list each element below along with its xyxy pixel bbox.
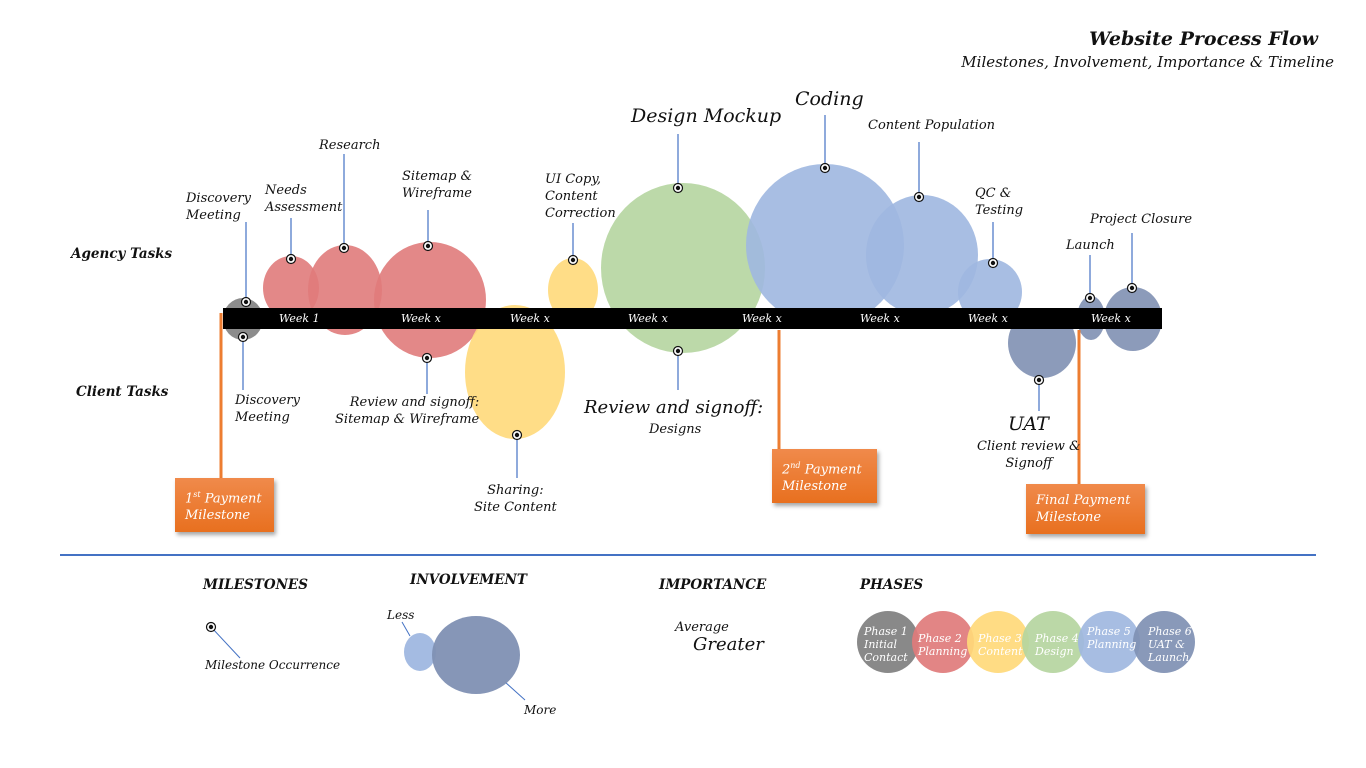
- legend-milestones-title: MILESTONES: [203, 577, 308, 593]
- milestone-marker-dot: [1036, 377, 1042, 383]
- week-label: Week 1: [279, 312, 320, 325]
- milestone-marker-dot: [675, 185, 681, 191]
- legend-involvement-more: More: [524, 703, 557, 717]
- agency-task-ui-copy: UI Copy, Content Correction: [545, 172, 616, 221]
- milestone-marker-dot: [675, 348, 681, 354]
- task-bubble: [374, 242, 486, 358]
- client-task-sharing-content: Sharing: Site Content: [474, 483, 557, 515]
- client-tasks-heading: Client Tasks: [76, 384, 169, 400]
- week-label: Week x: [401, 312, 441, 325]
- phase-5-label: Phase 5 Planning: [1087, 625, 1137, 651]
- legend-more-leader: [504, 681, 526, 701]
- page-title: Website Process Flow: [1089, 28, 1318, 50]
- client-task-review-designs-sub: Designs: [649, 422, 702, 437]
- legend-less-leader: [401, 621, 411, 637]
- phase-2-label: Phase 2 Planning: [918, 632, 968, 658]
- agency-task-content-population: Content Population: [868, 118, 996, 133]
- week-label: Week x: [628, 312, 668, 325]
- client-task-discovery-meeting: Discovery Meeting: [235, 393, 300, 425]
- milestone-marker-dot: [990, 260, 996, 266]
- legend-more-bubble: [432, 616, 520, 694]
- client-task-uat-sub: Client review & Signoff: [977, 439, 1081, 471]
- phase-3-label: Phase 3 Content: [978, 632, 1023, 658]
- milestone-marker-dot: [288, 256, 294, 262]
- agency-task-needs-assessment: Needs Assessment: [265, 183, 343, 215]
- page-subtitle: Milestones, Involvement, Importance & Ti…: [961, 53, 1334, 71]
- agency-task-launch: Launch: [1066, 238, 1115, 253]
- week-label: Week x: [510, 312, 550, 325]
- client-task-review-sitemap: Review and signoff: Sitemap & Wireframe: [335, 395, 480, 427]
- milestone-marker-dot: [822, 165, 828, 171]
- week-label: Week x: [860, 312, 900, 325]
- payment-suffix: st: [193, 490, 201, 499]
- legend-phases-title: PHASES: [860, 577, 924, 593]
- legend-involvement-less: Less: [387, 608, 415, 622]
- legend-involvement-title: INVOLVEMENT: [410, 572, 527, 588]
- milestone-marker-dot: [424, 355, 430, 361]
- agency-task-design-mockup: Design Mockup: [631, 105, 782, 127]
- milestone-marker-dot: [514, 432, 520, 438]
- agency-tasks-heading: Agency Tasks: [71, 246, 173, 262]
- client-task-review-designs: Review and signoff:: [584, 397, 764, 418]
- milestone-marker-dot: [916, 194, 922, 200]
- milestone-marker-dot: [570, 257, 576, 263]
- agency-task-coding: Coding: [795, 88, 864, 110]
- milestone-marker-dot: [243, 299, 249, 305]
- legend-milestone-occurrence: Milestone Occurrence: [205, 658, 341, 672]
- milestone-marker-dot: [1087, 295, 1093, 301]
- payment-milestone-final: Final Payment Milestone: [1026, 484, 1145, 534]
- milestone-marker-dot: [240, 334, 246, 340]
- payment-milestone-2: 2nd Payment Milestone: [772, 449, 877, 504]
- milestone-marker-dot: [425, 243, 431, 249]
- client-task-uat: UAT: [1008, 413, 1049, 435]
- timeline-bar: [223, 308, 1162, 329]
- agency-task-sitemap-wireframe: Sitemap & Wireframe: [402, 169, 473, 201]
- agency-task-discovery-meeting: Discovery Meeting: [186, 191, 251, 223]
- agency-task-project-closure: Project Closure: [1090, 212, 1193, 227]
- payment-suffix: nd: [790, 461, 801, 470]
- week-label: Week x: [742, 312, 782, 325]
- legend-milestone-leader: [211, 627, 241, 659]
- payment-milestone-1: 1st Payment Milestone: [175, 478, 274, 533]
- legend-importance-title: IMPORTANCE: [659, 577, 767, 593]
- legend-less-bubble: [404, 633, 436, 671]
- agency-task-qc-testing: QC & Testing: [975, 186, 1024, 218]
- week-label: Week x: [968, 312, 1008, 325]
- phase-6-label: Phase 6 UAT & Launch: [1148, 625, 1192, 664]
- legend-milestone-dot: [208, 624, 214, 630]
- phase-4-label: Phase 4 Design: [1035, 632, 1079, 658]
- phase-1-label: Phase 1 Initial Contact: [864, 625, 908, 664]
- milestone-marker-dot: [341, 245, 347, 251]
- agency-task-research: Research: [319, 138, 381, 153]
- week-label: Week x: [1091, 312, 1131, 325]
- legend-importance-greater: Greater: [693, 634, 764, 655]
- milestone-marker-dot: [1129, 285, 1135, 291]
